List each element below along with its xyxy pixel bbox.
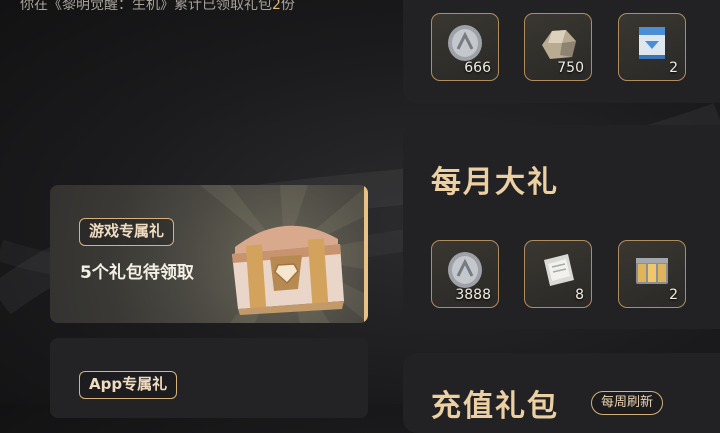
item-quantity: 666: [464, 60, 491, 76]
gold-bars-icon: [636, 258, 668, 284]
reward-panel-top: 666 750 2: [403, 0, 720, 103]
notice-suffix: 份: [280, 0, 295, 13]
tab-app-label: App专属礼: [79, 371, 178, 399]
active-indicator: [364, 185, 368, 323]
tab-app-exclusive[interactable]: App专属礼: [50, 338, 368, 418]
weekly-refresh-badge: 每周刷新: [591, 391, 664, 415]
recharge-gift-title: 充值礼包: [431, 389, 559, 424]
pending-gifts-text: 5个礼包待领取: [80, 263, 194, 283]
item-quantity: 750: [557, 60, 584, 76]
silver-coin-icon: [448, 25, 482, 61]
paper-ticket-icon: [544, 254, 574, 286]
metal-ore-icon: [542, 30, 576, 59]
item-quantity: 2: [669, 60, 678, 76]
reward-item[interactable]: 666: [431, 13, 499, 81]
treasure-chest-icon: [232, 225, 344, 315]
monthly-gift-panel: 每月大礼 3888 8 2: [403, 125, 720, 329]
reward-item[interactable]: 2: [618, 240, 686, 308]
silver-coin-icon: [448, 252, 482, 288]
reward-item[interactable]: 3888: [431, 240, 499, 308]
supply-pack-icon: [639, 27, 665, 59]
item-quantity: 3888: [455, 287, 491, 303]
reward-item[interactable]: 750: [524, 13, 592, 81]
item-quantity: 8: [575, 287, 584, 303]
item-quantity: 2: [669, 287, 678, 303]
reward-item[interactable]: 8: [524, 240, 592, 308]
tab-game-label: 游戏专属礼: [79, 218, 175, 246]
recharge-gift-panel: 充值礼包 每周刷新: [403, 353, 720, 433]
claimed-notice: 你在《黎明觉醒：生机》累计已领取礼包2份: [20, 0, 295, 14]
notice-count: 2: [272, 0, 281, 13]
reward-item[interactable]: 2: [618, 13, 686, 81]
monthly-gift-title: 每月大礼: [431, 165, 559, 200]
notice-text: 你在《黎明觉醒：生机》累计已领取礼包: [20, 0, 272, 13]
tab-game-exclusive[interactable]: 游戏专属礼 5个礼包待领取: [50, 185, 368, 323]
